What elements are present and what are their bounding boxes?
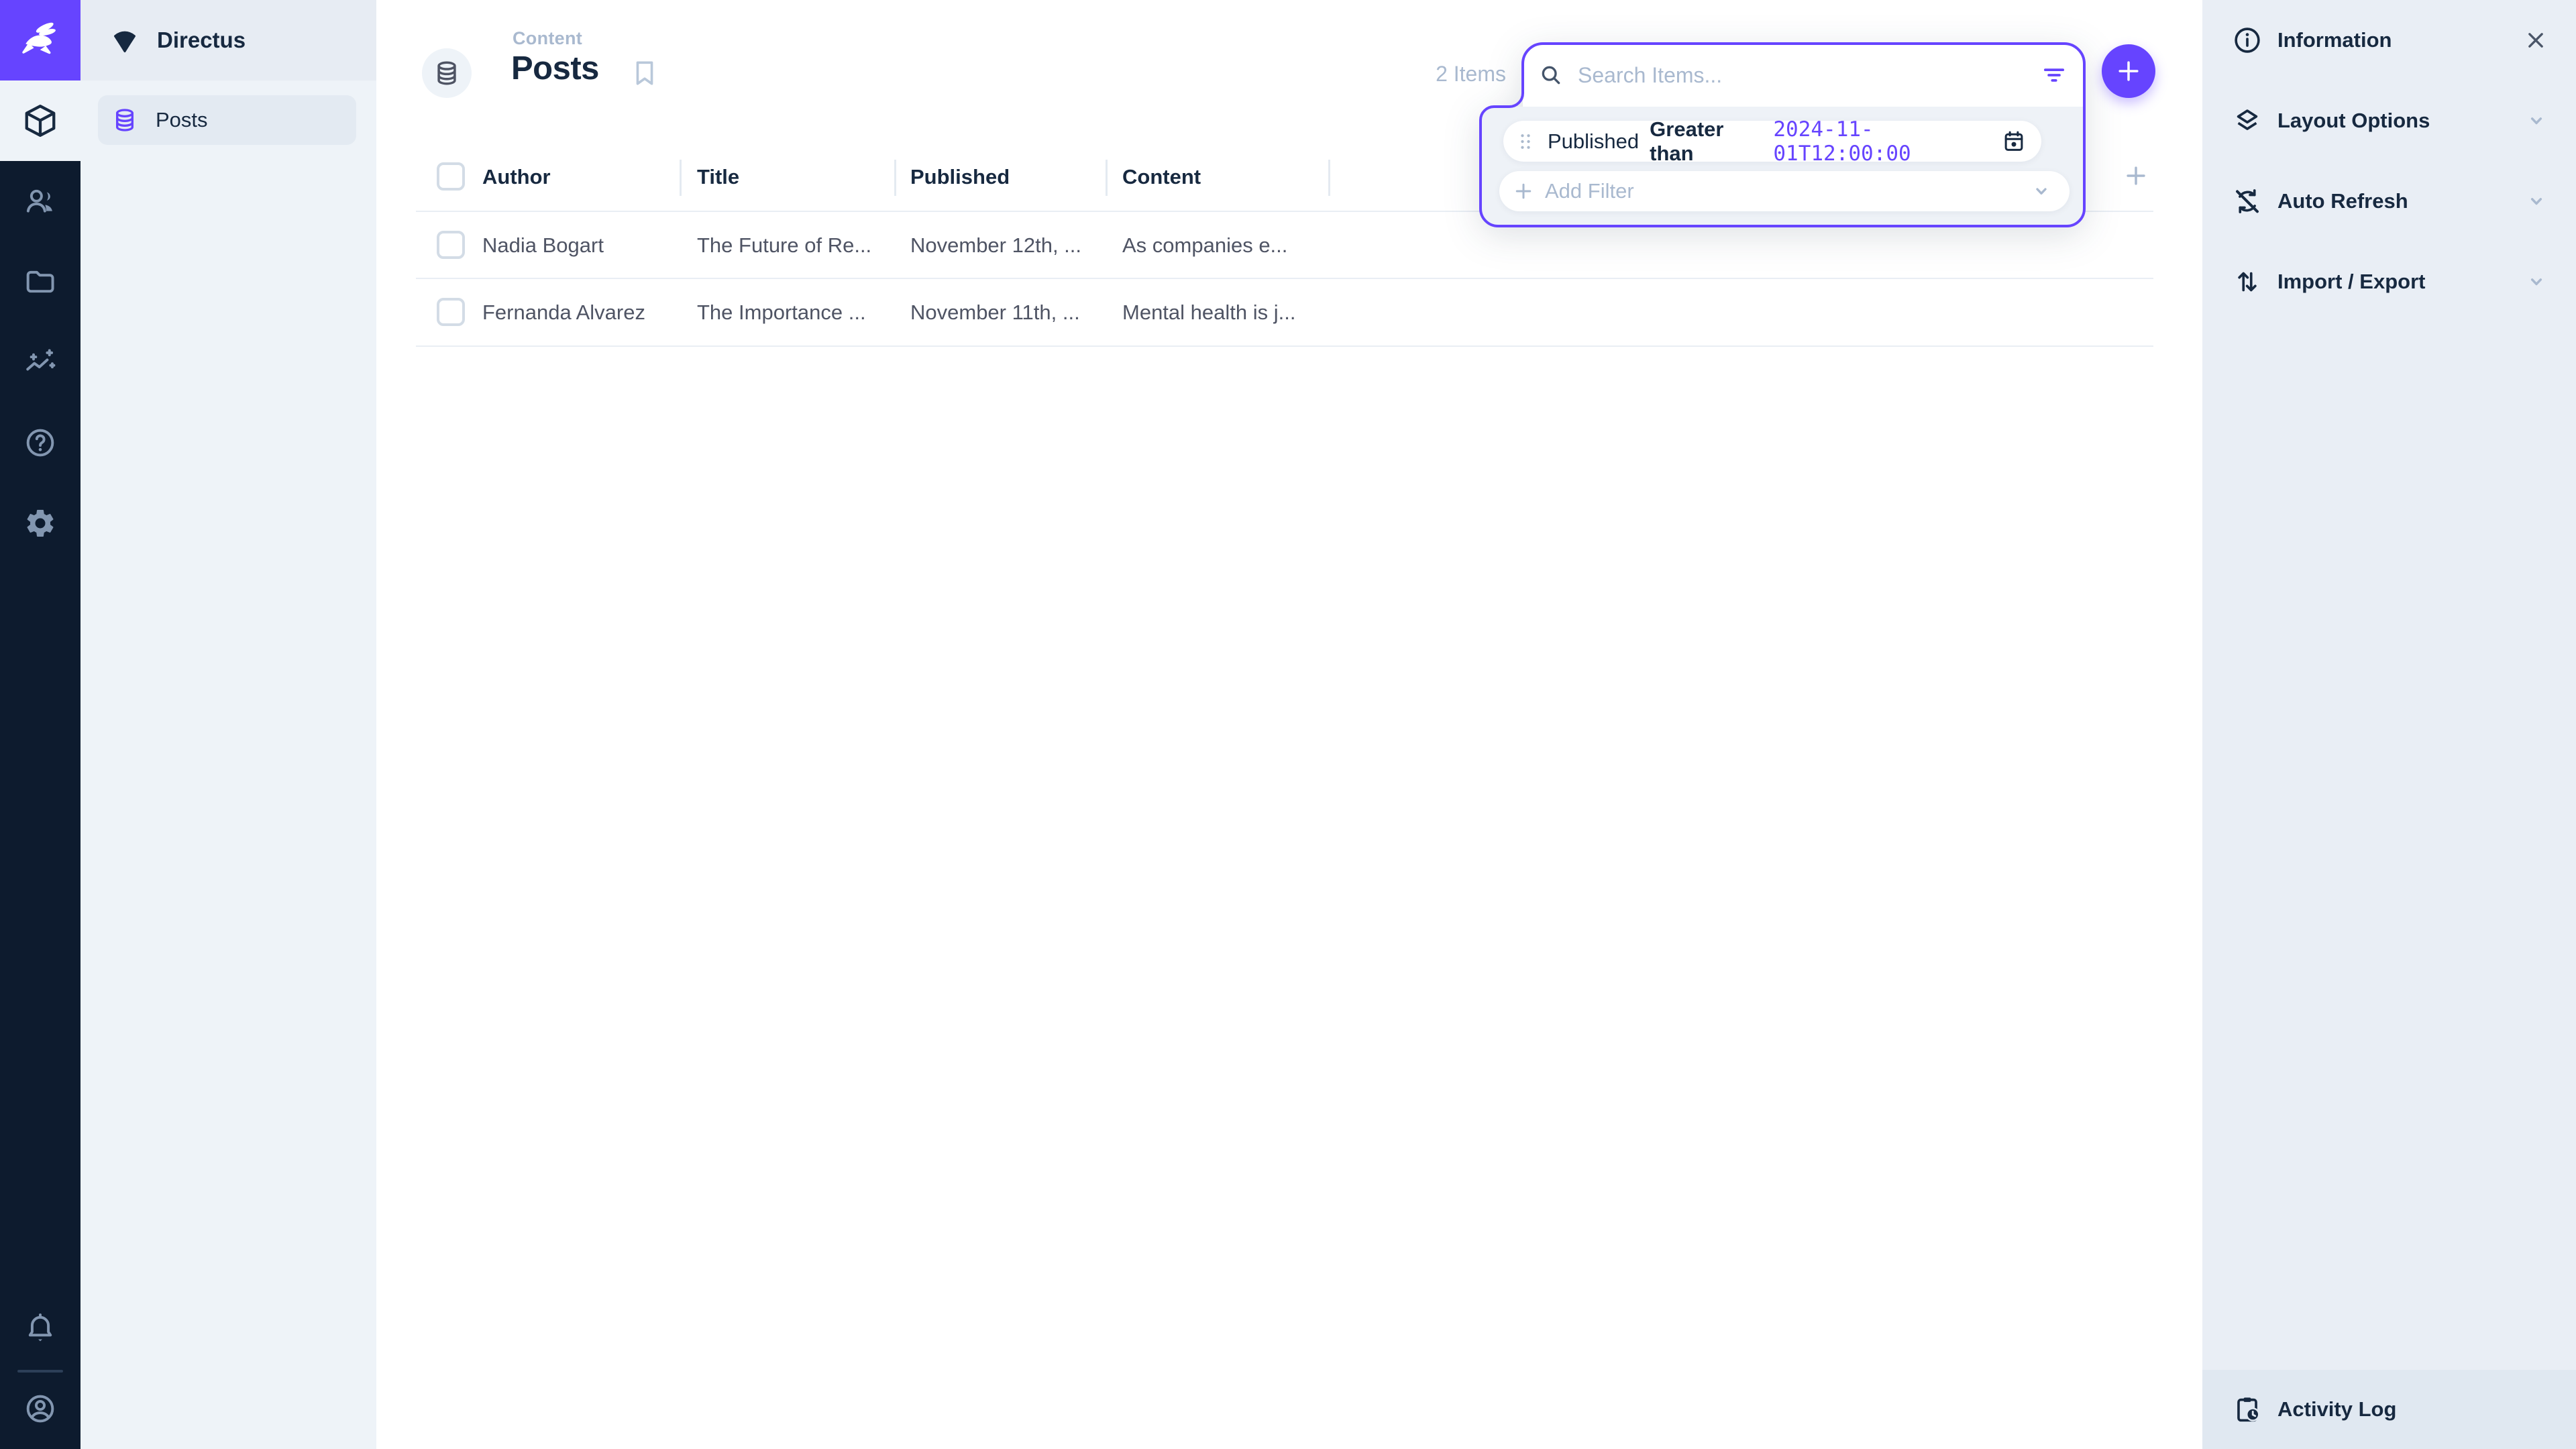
column-divider[interactable] [680,160,682,196]
database-icon [433,59,461,87]
collection-icon-button[interactable] [422,48,472,98]
filter-value[interactable]: 2024-11-01T12:00:00 [1773,117,1990,166]
plus-icon [1511,179,1536,203]
module-content[interactable] [0,80,80,161]
insights-module-icon [23,345,57,379]
row-checkbox[interactable] [437,298,465,326]
help-module-icon [23,426,57,460]
project-name: Directus [157,28,246,53]
sidebar-section-label: Information [2277,28,2508,52]
filter-rule-row[interactable]: Published Greater than 2024-11-01T12:00:… [1503,121,2041,162]
user-menu-button[interactable] [0,1368,80,1449]
column-divider[interactable] [894,160,896,196]
drag-handle-icon[interactable] [1514,130,1537,153]
items-count: 2 Items [1305,62,1506,87]
add-filter-button[interactable]: Add Filter [1499,171,2070,211]
files-module-icon [23,265,57,299]
search-input[interactable] [1576,62,2028,89]
activity-log-label: Activity Log [2277,1397,2546,1421]
sidebar-section-import-export[interactable]: Import / Export [2202,241,2576,322]
plus-icon [2114,56,2143,86]
column-header-title[interactable]: Title [697,165,739,189]
search-bar [1523,44,2083,107]
sidebar-section-label: Layout Options [2277,109,2509,133]
activity-log-button[interactable]: Activity Log [2202,1370,2576,1449]
sidebar-item-label: Posts [156,108,208,132]
cell-title: The Importance ... [697,301,866,325]
module-insights[interactable] [0,322,80,402]
notifications-button[interactable] [0,1288,80,1368]
cell-title: The Future of Re... [697,233,871,258]
filter-operator[interactable]: Greater than [1650,117,1762,166]
add-column-button[interactable] [2121,161,2151,191]
row-divider [416,345,2153,347]
rabbit-logo-icon [16,16,64,64]
directus-app: Directus Posts Content [0,0,2576,1449]
row-checkbox[interactable] [437,231,465,259]
chevron-down-icon[interactable] [2029,179,2053,203]
content-module-icon [22,103,58,139]
activity-log-icon [2232,1394,2263,1425]
users-module-icon [23,184,57,218]
navigation-sidebar: Directus Posts [80,0,376,1449]
module-files[interactable] [0,241,80,322]
module-bar [0,0,80,1449]
info-icon [2232,25,2263,56]
breadcrumb[interactable]: Content [513,28,582,49]
cell-published: November 11th, ... [910,301,1080,325]
add-item-button[interactable] [2102,44,2155,98]
cell-content: As companies e... [1122,233,1287,258]
column-divider[interactable] [1106,160,1108,196]
calendar-icon[interactable] [2001,129,2027,154]
notifications-bell-icon [23,1311,57,1345]
select-all-checkbox[interactable] [437,162,465,191]
chevron-down-icon[interactable] [2524,269,2549,294]
cell-content: Mental health is j... [1122,301,1295,325]
sidebar-item-posts[interactable]: Posts [98,95,356,145]
cell-published: November 12th, ... [910,233,1081,258]
sidebar-section-label: Auto Refresh [2277,189,2509,213]
layers-icon [2232,105,2263,136]
row-divider [416,278,2153,279]
search-filter-panel: Published Greater than 2024-11-01T12:00:… [1479,42,2086,227]
settings-module-icon [23,506,57,540]
filter-field[interactable]: Published [1548,129,1639,154]
cell-author: Fernanda Alvarez [482,301,645,325]
chevron-down-icon[interactable] [2524,108,2549,133]
close-icon[interactable] [2522,27,2549,54]
module-help[interactable] [0,402,80,483]
info-sidebar: Information Layout Options [2202,0,2576,1449]
sidebar-section-layout-options[interactable]: Layout Options [2202,80,2576,161]
column-header-content[interactable]: Content [1122,165,1201,189]
project-header[interactable]: Directus [80,0,376,80]
database-icon [111,107,138,133]
module-users[interactable] [0,161,80,241]
search-icon [1538,62,1564,89]
column-header-author[interactable]: Author [482,165,551,189]
project-status-icon [109,24,141,56]
sidebar-section-information[interactable]: Information [2202,0,2576,80]
import-export-icon [2232,266,2263,297]
sidebar-section-auto-refresh[interactable]: Auto Refresh [2202,161,2576,241]
cell-author: Nadia Bogart [482,233,604,258]
column-header-published[interactable]: Published [910,165,1010,189]
directus-logo-button[interactable] [0,0,80,80]
page-title: Posts [511,50,599,87]
sidebar-section-label: Import / Export [2277,270,2509,294]
column-divider[interactable] [1328,160,1330,196]
chevron-down-icon[interactable] [2524,189,2549,214]
user-avatar-icon [23,1392,57,1426]
filter-icon[interactable] [2040,61,2068,89]
add-filter-label: Add Filter [1545,179,2020,203]
bookmark-icon[interactable] [629,58,660,89]
sync-off-icon [2232,186,2263,217]
module-settings[interactable] [0,483,80,564]
